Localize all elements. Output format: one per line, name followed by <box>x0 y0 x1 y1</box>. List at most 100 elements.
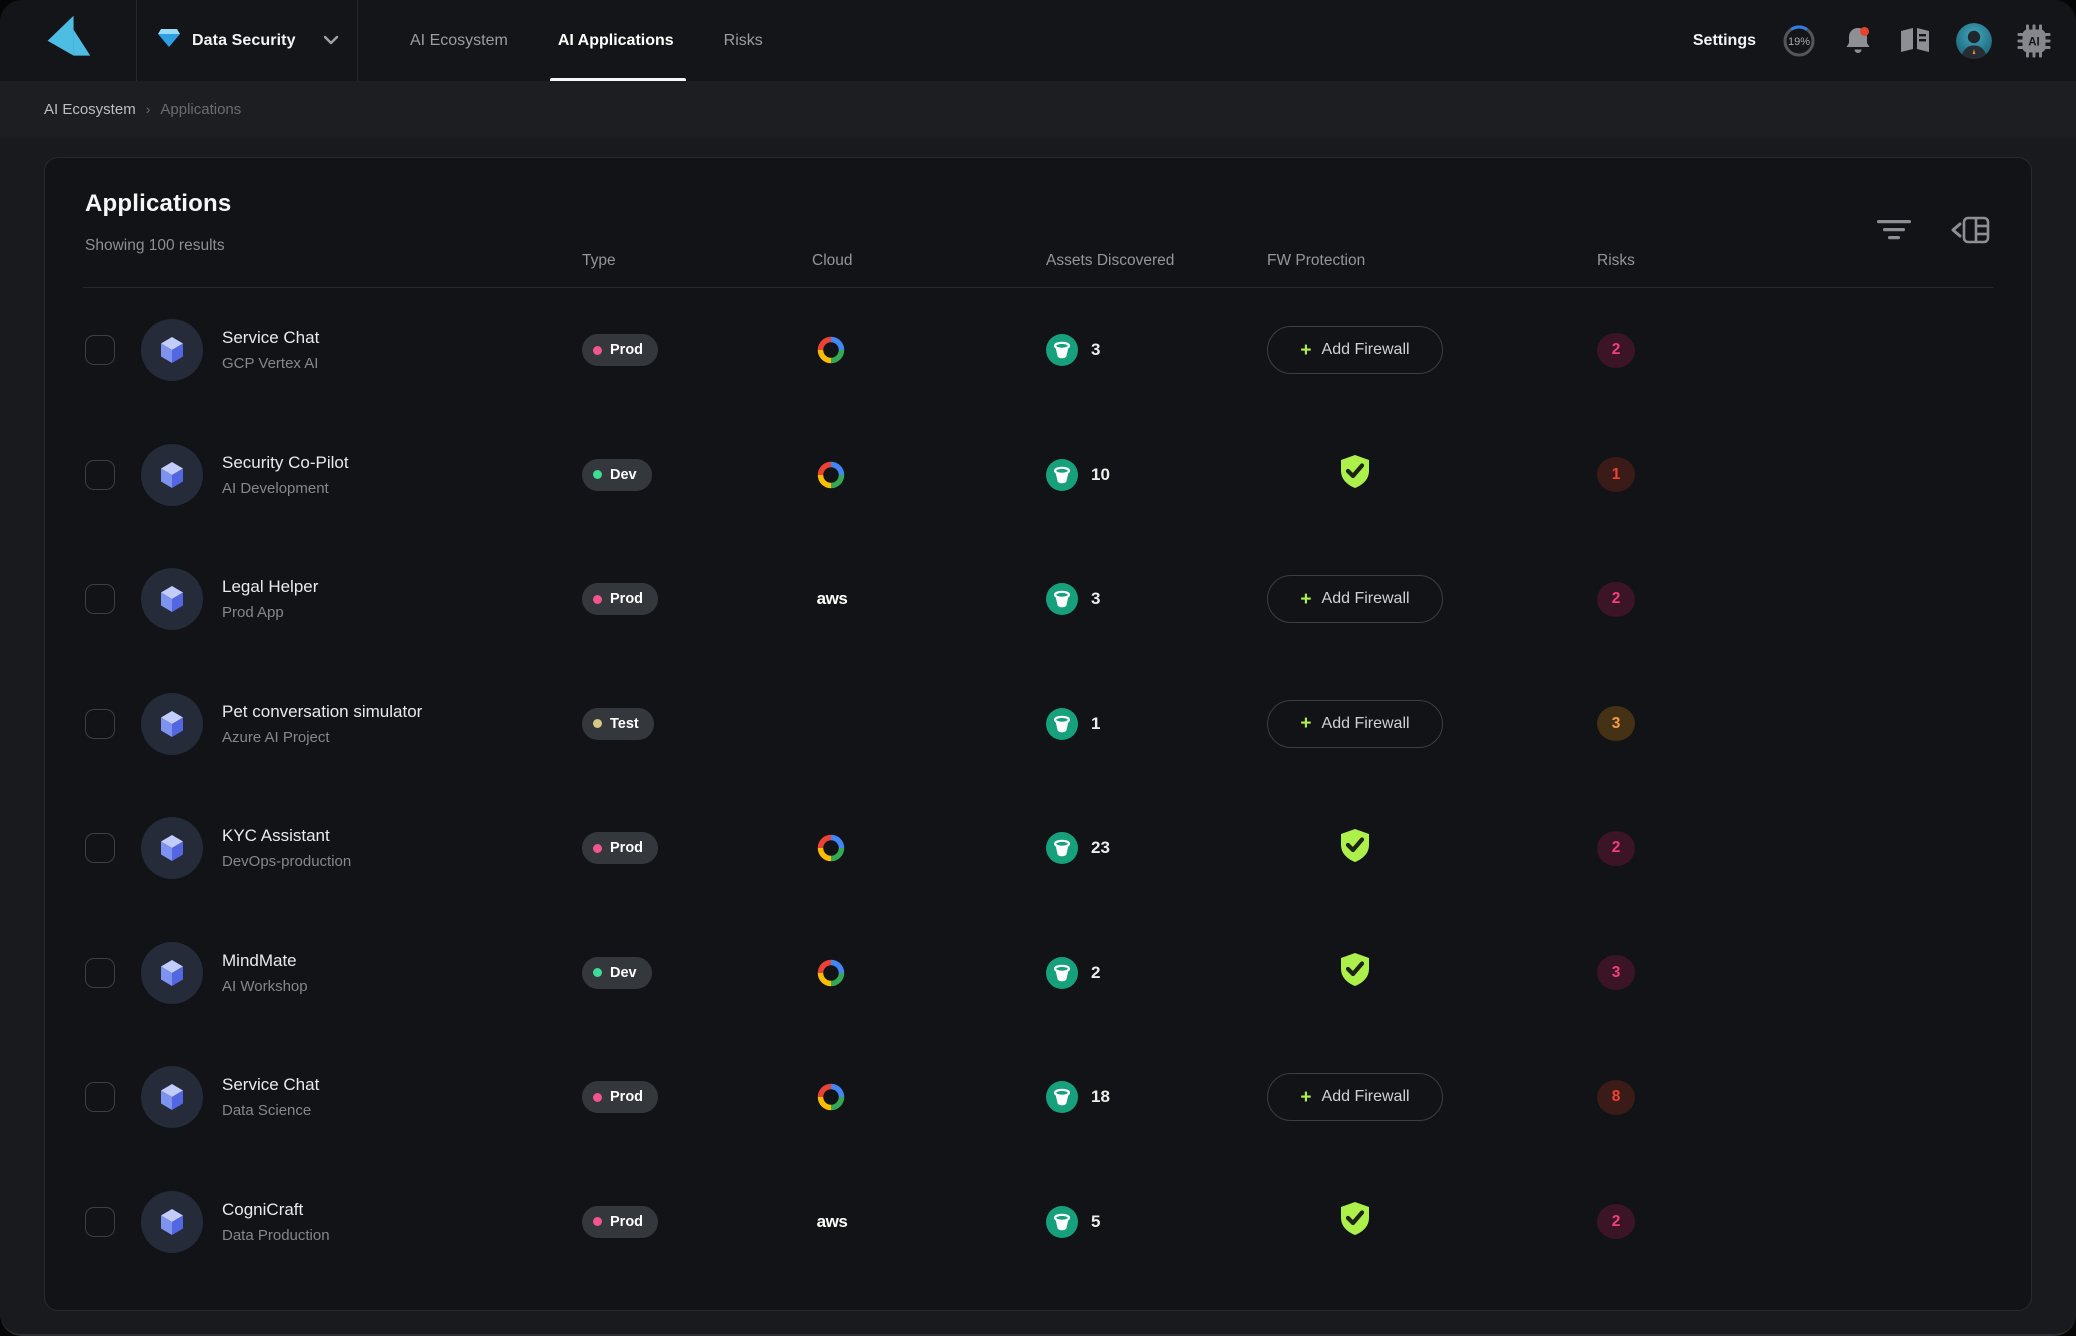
row-checkbox[interactable] <box>85 709 115 739</box>
table-row[interactable]: Service Chat GCP Vertex AI Prod aws <box>45 288 2031 413</box>
risk-count-badge[interactable]: 3 <box>1597 706 1635 741</box>
applications-rows: Service Chat GCP Vertex AI Prod aws <box>45 288 2031 1284</box>
type-dot <box>593 968 602 977</box>
assets-cell: 10 <box>1046 459 1267 491</box>
breadcrumb-separator-icon: › <box>146 101 151 117</box>
brand-arrow-icon <box>43 13 93 68</box>
type-badge: Test <box>582 708 654 740</box>
app-name: Legal Helper <box>222 577 582 597</box>
app-subtitle: Data Production <box>222 1227 582 1244</box>
bucket-icon <box>1046 334 1078 366</box>
table-row[interactable]: KYC Assistant DevOps-production Prod aws <box>45 786 2031 911</box>
row-checkbox[interactable] <box>85 460 115 490</box>
app-subtitle: GCP Vertex AI <box>222 355 582 372</box>
table-row[interactable]: MindMate AI Workshop Dev aws <box>45 911 2031 1036</box>
tab-risks[interactable]: Risks <box>722 0 765 81</box>
app-name: KYC Assistant <box>222 826 582 846</box>
azure-cloud-icon <box>812 709 844 739</box>
risk-count-badge[interactable]: 1 <box>1597 457 1635 492</box>
risk-count-badge[interactable]: 2 <box>1597 333 1635 368</box>
brand-logo[interactable] <box>0 0 137 81</box>
app-subtitle: AI Workshop <box>222 978 582 995</box>
breadcrumb-ai-ecosystem[interactable]: AI Ecosystem <box>44 101 136 118</box>
risk-count-badge[interactable]: 8 <box>1597 1080 1635 1115</box>
cube-icon <box>155 582 189 616</box>
type-label: Prod <box>610 591 643 607</box>
bucket-icon <box>1046 459 1078 491</box>
usage-progress-ring[interactable]: 19% <box>1780 22 1818 60</box>
type-dot <box>593 470 602 479</box>
bucket-icon <box>1046 1206 1078 1238</box>
type-badge: Dev <box>582 459 652 491</box>
app-icon <box>141 1066 203 1128</box>
row-checkbox[interactable] <box>85 584 115 614</box>
type-dot <box>593 1093 602 1102</box>
app-subtitle: Azure AI Project <box>222 729 582 746</box>
row-checkbox[interactable] <box>85 335 115 365</box>
assets-cell: 23 <box>1046 832 1267 864</box>
filter-icon[interactable] <box>1875 214 1913 246</box>
table-row[interactable]: Service Chat Data Science Prod aws <box>45 1035 2031 1160</box>
row-checkbox[interactable] <box>85 1207 115 1237</box>
app-icon <box>141 319 203 381</box>
card-header: Applications Showing 100 results <box>45 158 2031 288</box>
product-label: Data Security <box>192 32 296 50</box>
app-name: MindMate <box>222 951 582 971</box>
cube-icon <box>155 956 189 990</box>
add-firewall-button[interactable]: + Add Firewall <box>1267 700 1443 748</box>
main-nav: AI Ecosystem AI Applications Risks <box>408 0 765 81</box>
row-checkbox[interactable] <box>85 958 115 988</box>
type-label: Prod <box>610 1089 643 1105</box>
add-firewall-button[interactable]: + Add Firewall <box>1267 575 1443 623</box>
user-avatar[interactable] <box>1956 23 1992 59</box>
settings-button[interactable]: Settings <box>1693 32 1756 50</box>
gcp-cloud-icon <box>812 1081 850 1113</box>
type-dot <box>593 346 602 355</box>
column-assets-discovered: Assets Discovered <box>1046 252 1267 270</box>
type-dot <box>593 1217 602 1226</box>
open-book-icon[interactable] <box>1898 26 1932 56</box>
notification-dot <box>1860 27 1869 36</box>
table-collapse-icon[interactable] <box>1949 214 1991 246</box>
product-switcher[interactable]: Data Security <box>137 0 358 81</box>
row-checkbox[interactable] <box>85 1082 115 1112</box>
tab-ai-ecosystem[interactable]: AI Ecosystem <box>408 0 510 81</box>
risk-count-badge[interactable]: 2 <box>1597 831 1635 866</box>
risk-count-badge[interactable]: 3 <box>1597 955 1635 990</box>
app-icon <box>141 444 203 506</box>
gem-icon <box>157 28 181 53</box>
column-fw-protection: FW Protection <box>1267 252 1597 270</box>
app-icon <box>141 693 203 755</box>
plus-icon: + <box>1300 341 1311 360</box>
cloud-cell: aws <box>812 832 1046 864</box>
ai-chip-icon[interactable]: AI <box>2016 23 2052 59</box>
table-row[interactable]: Security Co-Pilot AI Development Dev aws <box>45 413 2031 538</box>
risk-count-badge[interactable]: 2 <box>1597 582 1635 617</box>
cloud-cell: aws <box>812 334 1046 366</box>
type-dot <box>593 595 602 604</box>
tab-ai-applications[interactable]: AI Applications <box>556 0 676 81</box>
assets-count: 5 <box>1091 1212 1100 1232</box>
firewall-protected-shield-icon <box>1335 452 1375 497</box>
top-bar: Data Security AI Ecosystem AI Applicatio… <box>0 0 2076 81</box>
page-title: Applications <box>85 190 231 218</box>
add-firewall-button[interactable]: + Add Firewall <box>1267 326 1443 374</box>
assets-cell: 1 <box>1046 708 1267 740</box>
table-row[interactable]: CogniCraft Data Production Prod aws <box>45 1160 2031 1285</box>
table-row[interactable]: Pet conversation simulator Azure AI Proj… <box>45 662 2031 787</box>
app-icon <box>141 942 203 1004</box>
bucket-icon <box>1046 832 1078 864</box>
type-badge: Prod <box>582 583 658 615</box>
cloud-cell: aws <box>812 709 1046 739</box>
assets-count: 23 <box>1091 838 1110 858</box>
risk-count-badge[interactable]: 2 <box>1597 1204 1635 1239</box>
add-firewall-button[interactable]: + Add Firewall <box>1267 1073 1443 1121</box>
type-label: Dev <box>610 965 637 981</box>
row-checkbox[interactable] <box>85 833 115 863</box>
chevron-down-icon <box>323 32 339 50</box>
gcp-cloud-icon <box>812 459 850 491</box>
plus-icon: + <box>1300 1088 1311 1107</box>
firewall-protected-shield-icon <box>1335 1199 1375 1244</box>
bell-icon[interactable] <box>1842 25 1874 57</box>
table-row[interactable]: Legal Helper Prod App Prod aws <box>45 537 2031 662</box>
